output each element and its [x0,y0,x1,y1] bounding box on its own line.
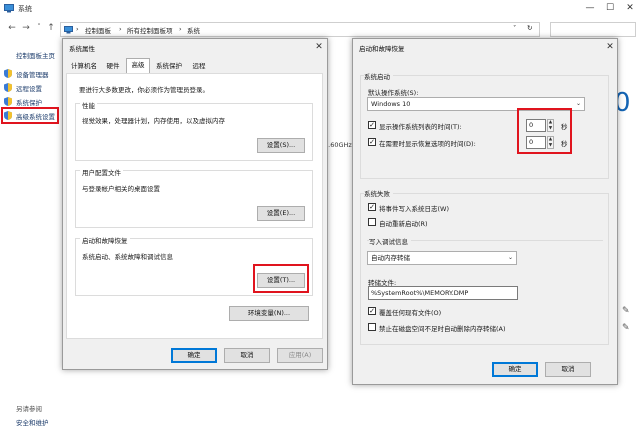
default-os-value: Windows 10 [371,100,411,108]
performance-heading: 性能 [80,100,97,110]
refresh-icon[interactable]: ↻ [527,24,532,32]
shield-icon [4,69,12,78]
close-icon[interactable]: ✕ [604,41,616,53]
overwrite-label: 覆盖任何现有文件(O) [379,309,442,317]
disable-auto-delete-checkbox[interactable] [368,323,376,331]
breadcrumb-separator: › [76,25,79,33]
highlight-box [253,264,309,293]
breadcrumb-item[interactable]: 所有控制面板项 [127,25,173,35]
minimize-button[interactable]: — [584,2,596,14]
dialog-title: 系统属性 [69,45,95,53]
cancel-button[interactable]: 取消 [224,348,270,363]
highlight-box [517,108,572,154]
system-startup-heading: 系统启动 [364,71,393,81]
tab-hardware[interactable]: 硬件 [102,60,124,73]
close-button[interactable]: ✕ [624,2,636,14]
desktop: 系统 — ☐ ✕ ← → ˅ ↑ › 控制面板 › 所有控制面板项 › 系统 ˅… [0,0,640,436]
debug-type-value: 自动内存转储 [371,254,410,262]
cancel-button[interactable]: 取消 [545,362,591,377]
close-icon[interactable]: ✕ [313,41,325,53]
disable-auto-delete-label: 禁止在磁盘空间不足时自动删除内存转储(A) [379,325,506,333]
window-title: 系统 [18,5,32,13]
admin-note: 要进行大多数更改，你必须作为管理员登录。 [79,86,209,94]
dump-file-input[interactable]: %SystemRoot%\MEMORY.DMP [368,286,518,300]
tab-remote[interactable]: 远程 [187,60,211,73]
user-profile-desc: 与登录帐户相关的桌面设置 [82,185,160,193]
shield-icon [4,83,12,92]
user-profile-settings-button[interactable]: 设置(E)... [257,206,305,221]
startup-recovery-desc: 系统启动、系统故障和调试信息 [82,253,173,261]
tab-advanced[interactable]: 高级 [126,58,150,73]
recent-locations-icon[interactable]: ˅ [33,23,45,31]
forward-arrow-icon[interactable]: → [20,23,32,33]
default-os-label: 默认操作系统(S): [368,89,419,97]
ok-button[interactable]: 确定 [492,362,538,377]
breadcrumb-item[interactable]: 控制面板 [85,25,111,35]
performance-desc: 视觉效果，处理器计划，内存使用，以及虚拟内存 [82,117,225,125]
write-log-label: 将事件写入系统日志(W) [379,205,449,213]
apply-button[interactable]: 应用(A) [277,348,323,363]
control-panel-icon [64,26,73,34]
cpu-speed-fragment: 3.60GHz [324,141,352,149]
write-log-checkbox[interactable]: ✓ [368,203,376,211]
address-dropdown-icon[interactable]: ˅ [513,24,516,32]
ok-button[interactable]: 确定 [171,348,217,363]
auto-restart-label: 自动重新启动(R) [379,220,428,228]
sidebar-item-system-protection[interactable]: 系统保护 [16,97,42,107]
environment-variables-button[interactable]: 环境变量(N)... [229,306,309,321]
show-recovery-label: 在需要时显示恢复选项的时间(D): [379,140,476,148]
window-title-bar: 系统 — ☐ ✕ [0,0,640,18]
highlight-box [1,107,59,124]
sidebar-item-device-manager[interactable]: 设备管理器 [16,69,49,79]
sidebar-home-link[interactable]: 控制面板主页 [16,50,55,60]
dialog-title: 启动和故障恢复 [359,45,405,53]
tab-system-protection[interactable]: 系统保护 [152,60,186,73]
breadcrumb-item[interactable]: 系统 [187,25,200,35]
show-os-list-checkbox[interactable]: ✓ [368,121,376,129]
debug-type-select[interactable]: 自动内存转储 ⌄ [367,251,517,265]
security-maintenance-link[interactable]: 安全和维护 [16,417,49,427]
back-arrow-icon[interactable]: ← [6,23,18,33]
chevron-down-icon: ⌄ [507,254,513,261]
address-box[interactable]: › 控制面板 › 所有控制面板项 › 系统 ˅ ↻ [60,22,540,37]
breadcrumb-separator: › [179,25,182,33]
auto-restart-checkbox[interactable] [368,218,376,226]
show-recovery-checkbox[interactable]: ✓ [368,138,376,146]
maximize-button[interactable]: ☐ [604,2,616,14]
edit-icon[interactable]: ✎ [622,323,630,333]
see-also-heading: 另请参阅 [16,405,42,413]
startup-recovery-heading: 启动和故障恢复 [80,235,130,245]
up-arrow-icon[interactable]: ↑ [45,23,57,33]
performance-settings-button[interactable]: 设置(S)... [257,138,305,153]
debug-info-heading: 写入调试信息 [369,236,411,246]
chevron-down-icon: ⌄ [575,100,581,107]
search-input[interactable] [550,22,636,37]
sidebar-item-remote-settings[interactable]: 远程设置 [16,83,42,93]
shield-icon [4,97,12,106]
breadcrumb-separator: › [119,25,122,33]
computer-icon [4,4,14,13]
tab-computer-name[interactable]: 计算机名 [67,60,101,73]
user-profile-heading: 用户配置文件 [80,167,123,177]
show-os-list-label: 显示操作系统列表的时间(T): [379,123,462,131]
edit-icon[interactable]: ✎ [622,306,630,316]
system-failure-heading: 系统失败 [364,188,393,198]
overwrite-checkbox[interactable]: ✓ [368,307,376,315]
